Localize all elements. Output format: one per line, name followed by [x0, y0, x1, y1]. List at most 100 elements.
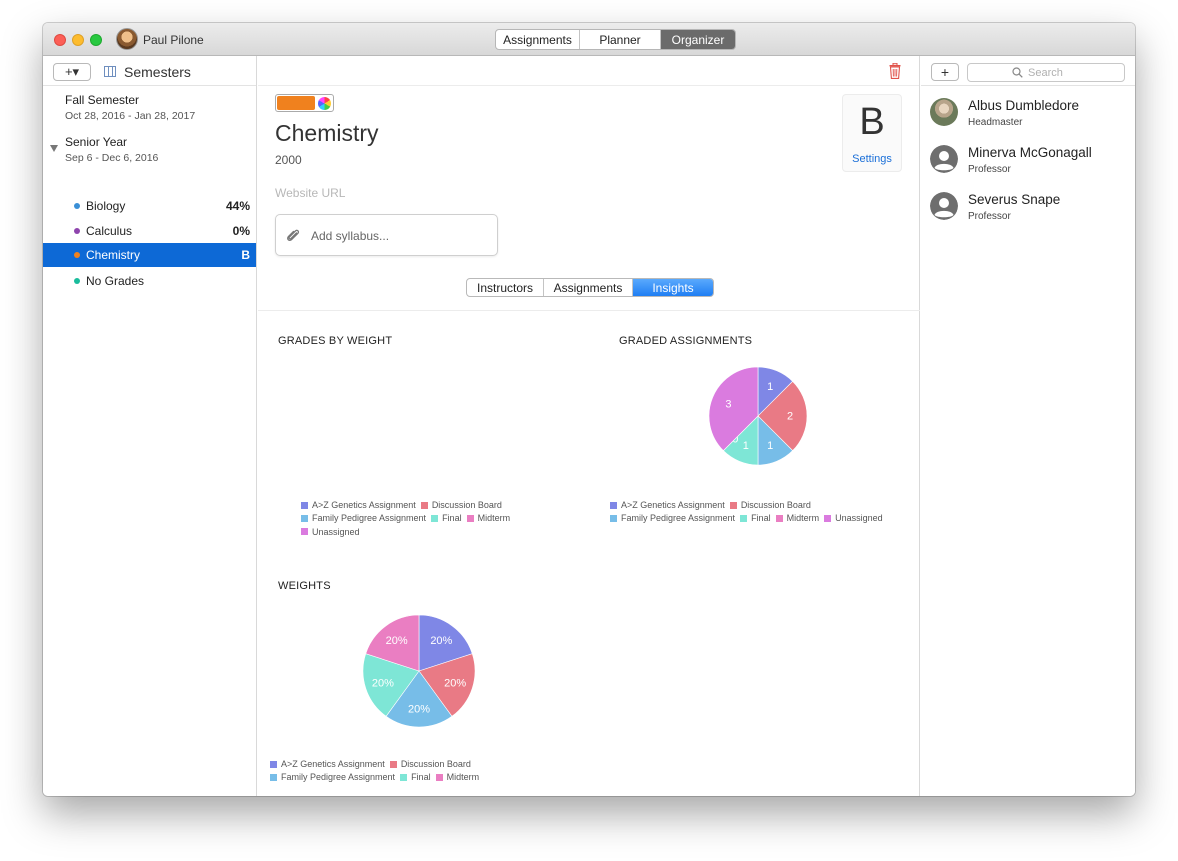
legend-swatch [435, 773, 443, 781]
semester-item-fall[interactable]: Fall Semester Oct 28, 2016 - Jan 28, 201… [65, 93, 195, 122]
website-url-field[interactable]: Website URL [275, 186, 345, 200]
slice-label: 20% [386, 635, 408, 647]
course-name: Biology [86, 199, 126, 213]
semester-dates: Sep 6 - Dec 6, 2016 [65, 152, 159, 164]
instructors-panel: + Search Albus Dumbledore Headmaster Min… [921, 56, 1135, 796]
course-item-calculus[interactable]: Calculus 0% [43, 219, 256, 243]
disclosure-triangle-icon[interactable] [50, 145, 58, 152]
legend-item[interactable]: Midterm [466, 512, 510, 525]
close-window-button[interactable] [54, 34, 66, 46]
legend-swatch [270, 773, 277, 781]
legend-label: A>Z Genetics Assignment [621, 500, 725, 510]
legend-item[interactable]: Midterm [775, 512, 819, 525]
instructors-header: + Search [921, 56, 1135, 86]
chart-title-weights: WEIGHTS [278, 580, 331, 592]
add-menu-button[interactable]: +▾ [53, 63, 91, 81]
legend-item[interactable]: A>Z Genetics Assignment [270, 758, 385, 771]
legend-item[interactable]: Discussion Board [729, 499, 811, 512]
chart-title-grades-by-weight: GRADES BY WEIGHT [278, 335, 393, 347]
course-grade: 0% [232, 224, 250, 238]
instructor-item[interactable]: Severus Snape Professor [921, 188, 1135, 234]
legend-label: Final [442, 513, 462, 524]
slice-label: 1 [743, 440, 749, 452]
slice-label: 20% [430, 635, 452, 647]
course-grade: B [241, 248, 250, 262]
minimize-window-button[interactable] [72, 34, 84, 46]
user-avatar[interactable] [116, 28, 138, 50]
instructor-photo [930, 98, 958, 126]
legend-item[interactable]: A>Z Genetics Assignment [610, 499, 725, 512]
instructor-item[interactable]: Albus Dumbledore Headmaster [921, 94, 1135, 140]
legend-item[interactable]: Midterm [435, 771, 479, 784]
legend-item[interactable]: Discussion Board [420, 499, 502, 512]
legend-swatch [301, 528, 308, 536]
legend-swatch [389, 760, 397, 768]
legend-label: Family Pedigree Assignment [312, 513, 427, 524]
course-name: Chemistry [86, 248, 141, 262]
legend-item[interactable]: Final [400, 771, 431, 784]
legend-label: A>Z Genetics Assignment [281, 759, 385, 769]
tab-organizer[interactable]: Organizer [661, 30, 735, 49]
detail-toolbar [258, 56, 919, 86]
search-icon [1012, 67, 1023, 78]
calendar-grid-icon [104, 66, 116, 77]
zoom-window-button[interactable] [90, 34, 102, 46]
legend-item[interactable]: Unassigned [301, 526, 360, 539]
course-item-chemistry[interactable]: Chemistry B [43, 243, 256, 267]
legend-item[interactable]: Family Pedigree Assignment [610, 512, 735, 525]
trash-icon[interactable] [889, 63, 901, 79]
legend-item[interactable]: Family Pedigree Assignment [270, 771, 395, 784]
chart-title-graded-assignments: GRADED ASSIGNMENTS [619, 335, 753, 347]
slice-label: 20% [408, 704, 430, 716]
legend-swatch [270, 760, 277, 768]
instructor-item[interactable]: Minerva McGonagall Professor [921, 141, 1135, 187]
legend-label: Family Pedigree Assignment [281, 772, 396, 783]
grade-settings-link[interactable]: Settings [843, 153, 901, 165]
semester-name: Fall Semester [65, 93, 140, 107]
legend-swatch [610, 501, 617, 509]
tab-course-assignments[interactable]: Assignments [544, 279, 633, 296]
instructor-name: Minerva McGonagall [968, 145, 1092, 160]
add-syllabus-label: Add syllabus... [311, 229, 390, 243]
legend-item[interactable]: A>Z Genetics Assignment [301, 499, 416, 512]
legend-label: A>Z Genetics Assignment [312, 500, 416, 510]
search-input[interactable]: Search [967, 63, 1125, 82]
grades-by-weight-legend: A>Z Genetics Assignment Discussion Board F… [301, 499, 561, 539]
tab-instructors[interactable]: Instructors [467, 279, 544, 296]
add-syllabus-button[interactable]: Add syllabus... [275, 214, 498, 256]
search-placeholder: Search [1028, 67, 1063, 79]
legend-item[interactable]: Family Pedigree Assignment [301, 512, 426, 525]
legend-item[interactable]: Final [431, 512, 462, 525]
course-grade-letter: B [859, 101, 885, 143]
tab-insights[interactable]: Insights [633, 279, 713, 296]
grades-by-weight-chart: 0%20%40%60%80%100% [258, 351, 578, 506]
weights-chart: 20% 20% 20% 20% 20% [362, 614, 476, 728]
slice-label: 1 [767, 381, 773, 393]
course-number[interactable]: 2000 [275, 153, 302, 167]
app-window: Paul Pilone Assignments Planner Organize… [43, 23, 1135, 796]
legend-item[interactable]: Discussion Board [389, 758, 471, 771]
course-item-no-grades[interactable]: No Grades [43, 269, 256, 293]
legend-item[interactable]: Unassigned [824, 512, 883, 525]
course-color-dot [74, 278, 80, 284]
legend-label: Unassigned [835, 513, 883, 524]
slice-label: 2 [787, 411, 793, 423]
legend-swatch [431, 514, 439, 522]
course-title[interactable]: Chemistry [275, 120, 379, 147]
legend-item[interactable]: Final [740, 512, 771, 525]
graded-assignments-chart: 121103 [708, 366, 808, 466]
semester-item-senior-year[interactable]: Senior Year Sep 6 - Dec 6, 2016 [65, 135, 158, 164]
instructor-title: Professor [968, 164, 1011, 175]
add-instructor-button[interactable]: + [931, 63, 959, 81]
tab-assignments[interactable]: Assignments [496, 30, 580, 49]
tab-planner[interactable]: Planner [580, 30, 661, 49]
instructor-title: Headmaster [968, 117, 1023, 128]
legend-swatch [301, 501, 308, 509]
user-name[interactable]: Paul Pilone [143, 33, 204, 47]
course-name: No Grades [86, 274, 145, 288]
course-color-picker[interactable] [275, 94, 334, 112]
course-item-biology[interactable]: Biology 44% [43, 194, 256, 218]
sidebar-header: +▾ Semesters [43, 56, 256, 86]
course-grade: 44% [225, 199, 250, 213]
course-detail-pane: Chemistry 2000 Website URL Add syllabus.… [258, 56, 920, 796]
